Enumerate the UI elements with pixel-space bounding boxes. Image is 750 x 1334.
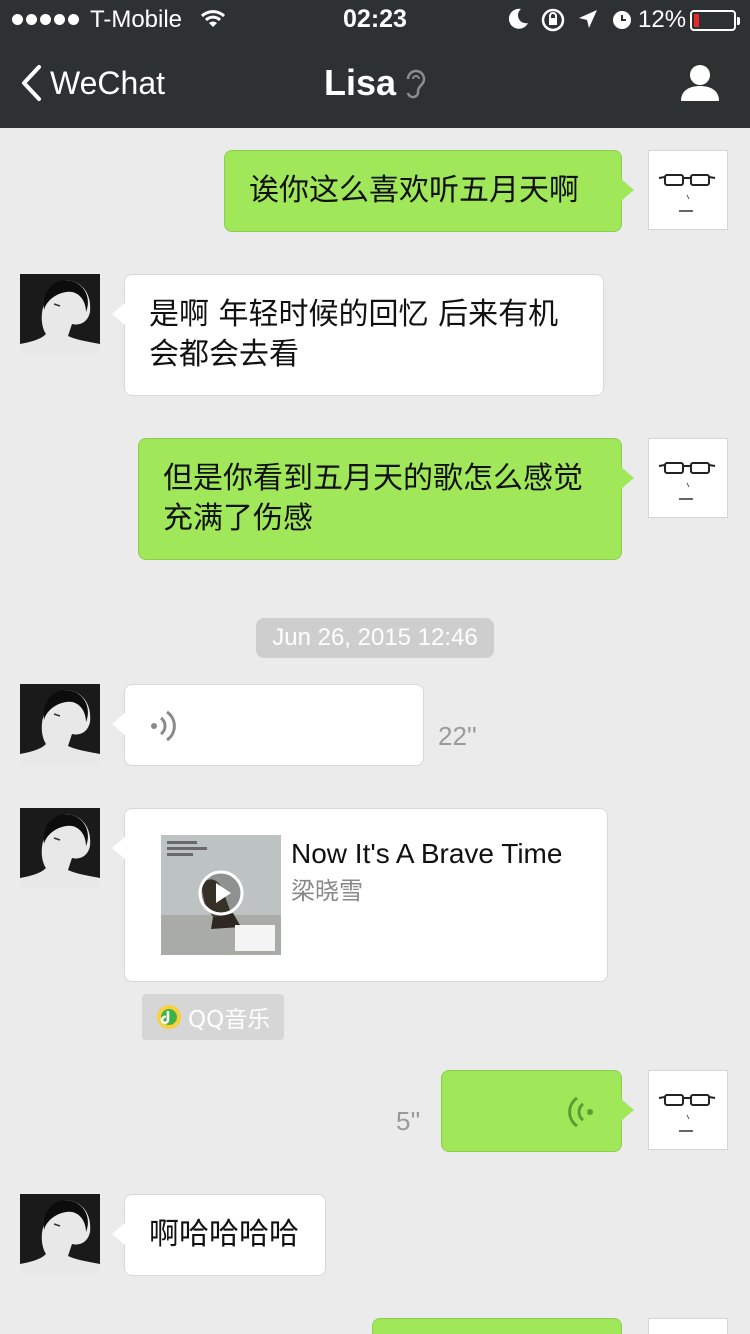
message-bubble-received[interactable]: 是啊 年轻时候的回忆 后来有机会都会去看 [112, 274, 604, 396]
my-avatar[interactable] [648, 438, 728, 518]
voice-message-received[interactable] [112, 684, 424, 766]
lisa-avatar[interactable] [20, 1194, 100, 1274]
contact-name: Lisa [323, 62, 397, 103]
message-bubble-sent[interactable] [372, 1318, 622, 1334]
qq-music-icon [157, 1005, 181, 1029]
music-card[interactable]: Now It's A Brave Time 梁晓雪 [112, 808, 608, 982]
profile-icon [681, 65, 719, 101]
voice-wave-icon [151, 710, 176, 742]
voice-message-sent[interactable] [441, 1070, 634, 1152]
lisa-avatar[interactable] [20, 808, 100, 888]
battery-percent: 12% [638, 6, 687, 33]
voice-wave-icon [568, 1096, 593, 1128]
song-title: Now It's A Brave Time [291, 838, 563, 869]
voice-duration: 22'' [438, 721, 477, 751]
rotation-lock-icon [541, 8, 565, 32]
message-bubble-sent[interactable]: 诶你这么喜欢听五月天啊 [224, 150, 634, 232]
my-avatar[interactable] [648, 1070, 728, 1150]
location-icon [579, 10, 597, 28]
voice-duration: 5'' [396, 1106, 421, 1136]
message-bubble-received[interactable]: 啊哈哈哈哈 [112, 1194, 326, 1276]
my-avatar[interactable] [648, 1318, 728, 1334]
lisa-avatar[interactable] [20, 274, 100, 354]
status-bar: T-Mobile 02:23 12% [0, 0, 750, 40]
message-text: 啊哈哈哈哈 [149, 1217, 299, 1252]
message-text: 诶你这么喜欢听五月天啊 [249, 173, 579, 208]
profile-button[interactable] [680, 64, 720, 106]
source-tag-qq-music[interactable]: QQ音乐 [142, 994, 284, 1040]
play-icon [198, 870, 244, 916]
earpiece-icon [406, 69, 426, 99]
battery-icon [690, 10, 740, 31]
album-cover [161, 835, 281, 955]
my-avatar[interactable] [648, 150, 728, 230]
source-label: QQ音乐 [188, 1007, 271, 1033]
status-icons [506, 7, 634, 33]
nav-bar: WeChat Lisa [0, 40, 750, 128]
message-text: 是啊 年轻时候的回忆 后来有机会都会去看 [149, 297, 559, 372]
message-bubble-sent[interactable]: 但是你看到五月天的歌怎么感觉充满了伤感 [138, 438, 634, 560]
alarm-icon [613, 11, 631, 29]
timestamp: Jun 26, 2015 12:46 [256, 618, 494, 658]
moon-icon [508, 8, 528, 29]
song-artist: 梁晓雪 [291, 877, 363, 905]
chat-area[interactable]: 诶你这么喜欢听五月天啊 是啊 年轻时候的回忆 后来有机会都会去看 但是你看到五月… [0, 128, 750, 1334]
lisa-avatar[interactable] [20, 684, 100, 764]
chat-title: Lisa [0, 62, 750, 104]
message-text: 但是你看到五月天的歌怎么感觉充满了伤感 [163, 461, 583, 536]
